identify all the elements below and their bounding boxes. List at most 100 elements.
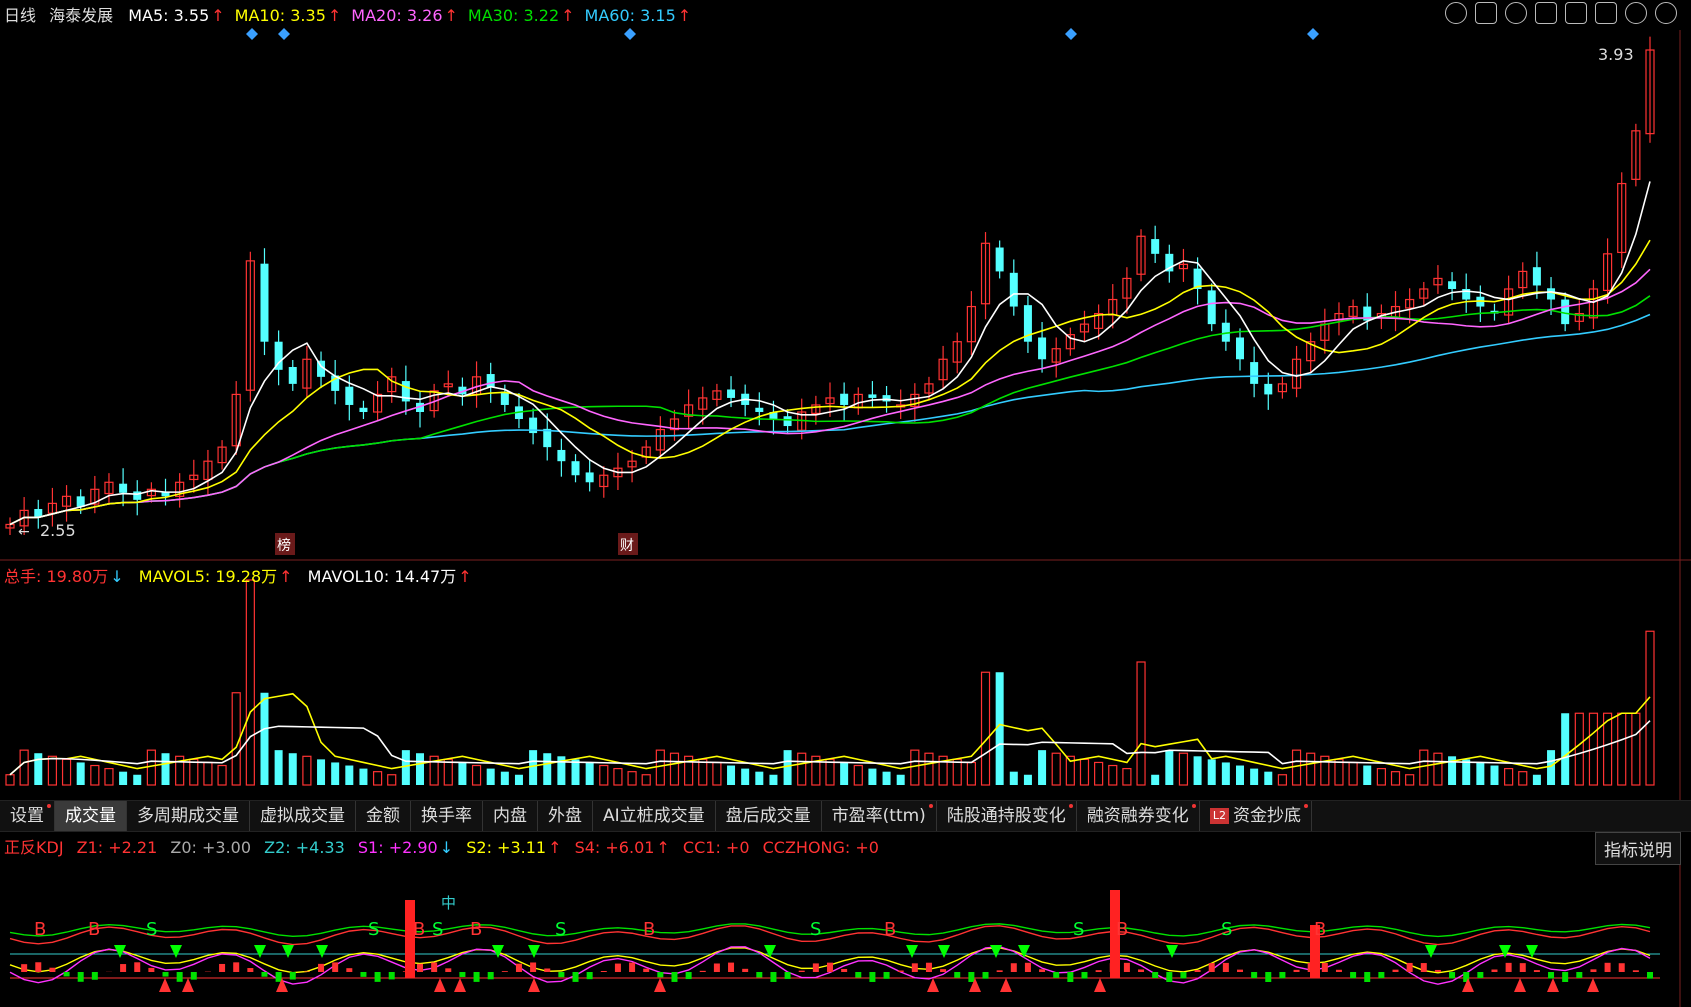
cczhong-value: CCZHONG: +0: [762, 838, 879, 857]
volume-bar: [1151, 774, 1160, 785]
candle-body: [133, 491, 142, 500]
volume-bar: [1574, 712, 1584, 786]
candle-body: [260, 263, 269, 342]
volume-bar: [627, 771, 637, 786]
indicator-bar: [289, 972, 296, 980]
indicator-bar: [600, 970, 607, 972]
volume-bar: [1207, 759, 1216, 785]
volume-header: 总手: 19.80万 ↓ MAVOL5: 19.28万 ↑ MAVOL10: 14.…: [4, 563, 1691, 587]
signal-label: B: [884, 919, 896, 940]
tab-item[interactable]: 金额: [356, 801, 411, 831]
indicator-bar: [388, 972, 395, 980]
volume-bar: [1165, 750, 1174, 785]
tab-dot: [1068, 804, 1073, 808]
tab-item[interactable]: 盘后成交量: [716, 801, 822, 831]
tab-item[interactable]: 内盘: [483, 801, 538, 831]
volume-bar: [161, 753, 170, 785]
volume-bar: [966, 761, 976, 786]
indicator-bar: [742, 968, 749, 972]
indicator-bar: [1321, 962, 1328, 972]
volume-bar: [288, 753, 297, 785]
volume-bar: [458, 762, 467, 785]
tab-item[interactable]: 设置: [0, 801, 55, 831]
tab-item[interactable]: 市盈率(ttm): [822, 801, 937, 831]
volume-bar: [712, 761, 722, 786]
indicator-bar: [1491, 969, 1498, 972]
indicator-bar: [911, 963, 918, 972]
indicator-bar: [318, 963, 325, 972]
indicator-bar: [756, 972, 763, 978]
down-arrow-icon: [316, 945, 328, 958]
tab-item[interactable]: 换手率: [411, 801, 483, 831]
up-arrow-icon: [1094, 978, 1106, 992]
indicator-bar: [1293, 969, 1300, 972]
candle-body: [500, 391, 509, 405]
indicator-bar: [275, 972, 282, 982]
volume-bar: [146, 749, 156, 786]
candle-body: [1547, 288, 1556, 300]
indicator-bar: [1392, 969, 1399, 972]
indicator-bar: [629, 962, 636, 972]
volume-bar: [755, 771, 764, 785]
indicator-bar: [798, 970, 805, 972]
signal-label: B: [1314, 919, 1326, 940]
indicator-name[interactable]: 正反KDJ: [4, 838, 64, 857]
volume-total-arrow: ↓: [110, 567, 124, 586]
volume-bar: [641, 774, 651, 786]
tab-label: 外盘: [548, 806, 582, 826]
volume-bar: [698, 758, 708, 786]
volume-bar: [840, 762, 849, 785]
volume-bar: [372, 771, 383, 786]
candle-body: [1207, 290, 1216, 325]
volume-bar: [302, 755, 312, 786]
signal-label: B: [34, 919, 46, 940]
tab-item[interactable]: 融资融券变化: [1077, 801, 1200, 831]
tab-label: 内盘: [493, 806, 527, 826]
volume-bar: [1250, 768, 1259, 785]
indicator-bar: [1053, 972, 1060, 978]
s1-arrow: ↓: [439, 838, 454, 857]
indicator-bar: [1533, 970, 1540, 972]
candle-body: [727, 389, 736, 398]
volume-bar: [260, 692, 269, 785]
volume-bar: [1645, 630, 1655, 786]
volume-bar: [1079, 758, 1090, 786]
tab-dot: [47, 804, 51, 808]
indicator-bar: [417, 963, 423, 972]
event-marker-label: 财: [620, 538, 634, 554]
indicator-bar: [49, 967, 56, 972]
tab-item[interactable]: 多周期成交量: [127, 801, 250, 831]
z1-value: Z1: +2.21: [76, 838, 158, 857]
s2-arrow: ↑: [548, 838, 562, 857]
event-diamond: [1307, 28, 1319, 40]
tab-item[interactable]: 外盘: [538, 801, 593, 831]
volume-bar: [90, 764, 100, 786]
indicator-bar: [770, 972, 777, 982]
indicator-bar: [1406, 962, 1413, 972]
tab-item[interactable]: 陆股通持股变化: [937, 801, 1077, 831]
volume-bar: [1547, 750, 1556, 785]
volume-bar: [797, 752, 807, 786]
volume-bar: [599, 764, 609, 786]
signal-label: B: [88, 919, 100, 940]
candle-body: [1009, 272, 1018, 307]
signal-label: S: [368, 919, 379, 940]
volume-bar: [896, 774, 905, 785]
indicator-bar: [699, 970, 706, 972]
volume-bar: [1178, 752, 1189, 786]
indicator-explain-button[interactable]: 指标说明: [1595, 832, 1681, 865]
indicator-bar: [544, 968, 551, 972]
tab-item[interactable]: L2 资金抄底: [1200, 801, 1312, 831]
indicator-bar: [940, 969, 947, 972]
indicator-bar: [176, 972, 183, 982]
volume-bar: [500, 771, 509, 785]
candle-body: [571, 461, 580, 476]
candle-body: [1038, 337, 1047, 360]
tab-item[interactable]: AI立桩成交量: [593, 801, 716, 831]
tab-label: 陆股通持股变化: [946, 806, 1066, 826]
tab-item[interactable]: 成交量: [55, 801, 127, 831]
event-diamond: [624, 28, 636, 40]
tab-item[interactable]: 虚拟成交量: [250, 801, 356, 831]
indicator-bar: [897, 970, 904, 972]
volume-bar: [529, 750, 538, 785]
